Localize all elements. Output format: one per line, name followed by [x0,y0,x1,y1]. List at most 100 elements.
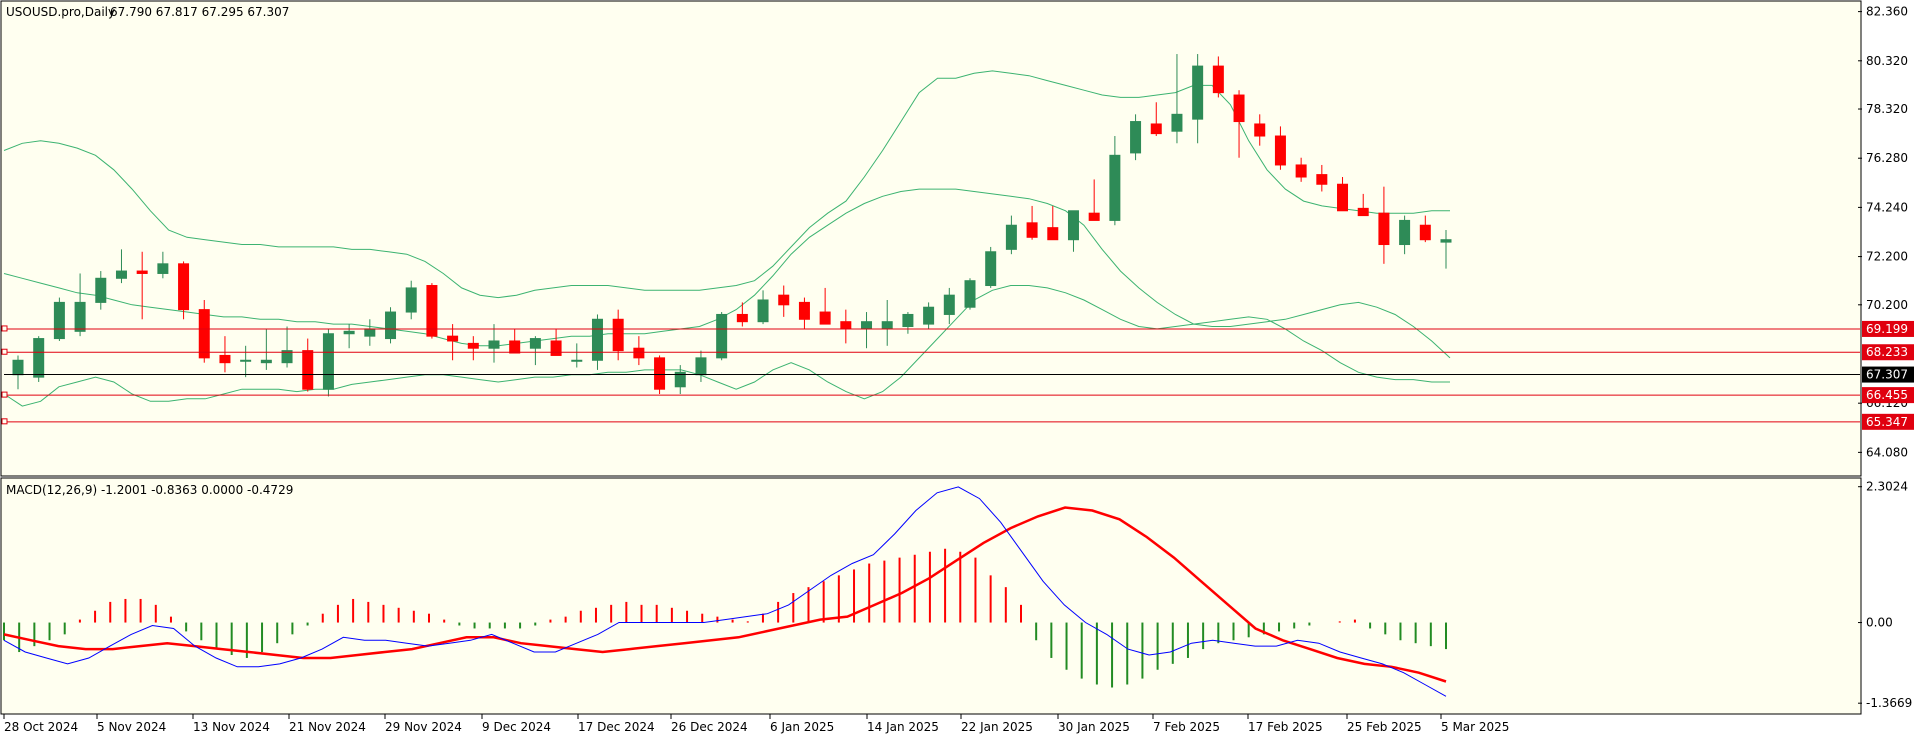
macd-axis-label: 0.00 [1866,616,1893,630]
candle-body[interactable] [467,342,479,349]
x-axis-label: 13 Nov 2024 [193,720,270,734]
candle-body[interactable] [302,350,314,390]
candle-body[interactable] [53,301,65,340]
x-axis-label: 17 Dec 2024 [578,720,655,734]
x-axis-label: 6 Jan 2025 [770,720,834,734]
price-axis-label: 82.360 [1866,5,1908,19]
candle-body[interactable] [322,333,334,390]
candle-body[interactable] [840,321,852,330]
candle-body[interactable] [964,280,976,308]
candle-body[interactable] [33,338,45,378]
candle-body[interactable] [12,359,24,376]
candle-body[interactable] [178,263,190,311]
price-level-label: 65.347 [1866,415,1908,429]
price-level-handle[interactable] [1,418,8,425]
candle-body[interactable] [136,270,148,274]
price-axis-label: 74.240 [1866,200,1908,214]
candle-body[interactable] [1026,222,1038,238]
x-axis-label: 9 Dec 2024 [482,720,551,734]
x-axis-label: 30 Jan 2025 [1058,720,1130,734]
x-axis-label: 5 Nov 2024 [97,720,166,734]
current-price-label: 67.307 [1866,368,1908,382]
candle-body[interactable] [405,287,417,313]
candle-body[interactable] [819,311,831,325]
candle-body[interactable] [1150,123,1162,135]
candle-body[interactable] [695,357,707,376]
x-axis-label: 14 Jan 2025 [867,720,939,734]
candle-body[interactable] [716,313,728,359]
trading-chart-window[interactable]: USOUSD.pro,Daily 67.790 67.817 67.295 67… [0,0,1916,738]
macd-axis-label: 2.3024 [1866,480,1908,494]
x-axis-label: 29 Nov 2024 [385,720,462,734]
candle-body[interactable] [260,359,272,364]
candle-body[interactable] [550,340,562,356]
candle-body[interactable] [1109,154,1121,221]
candle-body[interactable] [95,277,107,303]
candle-body[interactable] [1419,224,1431,241]
candle-body[interactable] [1233,94,1245,123]
candle-body[interactable] [1047,227,1059,241]
macd-header: MACD(12,26,9) -1.2001 -0.8363 0.0000 -0.… [6,483,293,497]
candle-body[interactable] [1399,219,1411,246]
candle-body[interactable] [881,321,893,330]
candle-body[interactable] [385,311,397,340]
candle-body[interactable] [1067,210,1079,241]
candle-body[interactable] [1212,65,1224,94]
candle-body[interactable] [923,306,935,325]
candle-body[interactable] [798,301,810,320]
candle-body[interactable] [198,309,210,359]
candle-body[interactable] [736,313,748,323]
candle-body[interactable] [1357,207,1369,217]
price-level-handle[interactable] [1,391,8,398]
price-level-label: 69.199 [1866,322,1908,336]
candle-body[interactable] [591,318,603,361]
candle-body[interactable] [1337,183,1349,212]
candle-body[interactable] [1254,123,1266,137]
candle-body[interactable] [529,338,541,349]
candle-body[interactable] [778,294,790,306]
candle-body[interactable] [902,313,914,328]
price-level-handle[interactable] [1,348,8,355]
candle-body[interactable] [1295,164,1307,178]
price-panel[interactable] [0,0,1862,477]
candle-body[interactable] [633,347,645,359]
price-axis-label: 76.280 [1866,151,1908,165]
candle-body[interactable] [571,359,583,362]
candle-body[interactable] [509,340,521,354]
candle-body[interactable] [488,340,500,349]
candle-body[interactable] [1171,113,1183,132]
candle-body[interactable] [1316,174,1328,185]
candle-body[interactable] [654,357,666,390]
candle-body[interactable] [447,335,459,342]
candle-body[interactable] [240,359,252,362]
candle-body[interactable] [74,301,86,332]
candle-body[interactable] [757,299,769,323]
price-axis-label: 72.200 [1866,250,1908,264]
candle-body[interactable] [1192,65,1204,120]
candle-body[interactable] [115,270,127,279]
x-axis-label: 25 Feb 2025 [1347,720,1422,734]
candle-body[interactable] [861,321,873,330]
candle-body[interactable] [1088,212,1100,221]
candle-body[interactable] [985,251,997,287]
candle-body[interactable] [1130,121,1142,154]
candle-body[interactable] [157,263,169,274]
price-level-label: 68.233 [1866,345,1908,359]
candle-body[interactable] [219,354,231,364]
candle-body[interactable] [364,328,376,337]
candle-body[interactable] [1005,224,1017,250]
x-axis-label: 17 Feb 2025 [1248,720,1323,734]
price-axis-label: 78.320 [1866,102,1908,116]
price-level-handle[interactable] [1,325,8,332]
candle-body[interactable] [1440,239,1452,243]
ohlc-header: 67.790 67.817 67.295 67.307 [110,5,289,19]
chart-canvas[interactable]: USOUSD.pro,Daily 67.790 67.817 67.295 67… [0,0,1916,738]
candle-body[interactable] [1378,212,1390,246]
candle-body[interactable] [343,330,355,335]
x-axis-label: 28 Oct 2024 [4,720,78,734]
candle-body[interactable] [1274,135,1286,166]
candle-body[interactable] [612,318,624,352]
x-axis-label: 22 Jan 2025 [961,720,1033,734]
candle-body[interactable] [943,294,955,315]
macd-panel[interactable] [0,477,1862,715]
